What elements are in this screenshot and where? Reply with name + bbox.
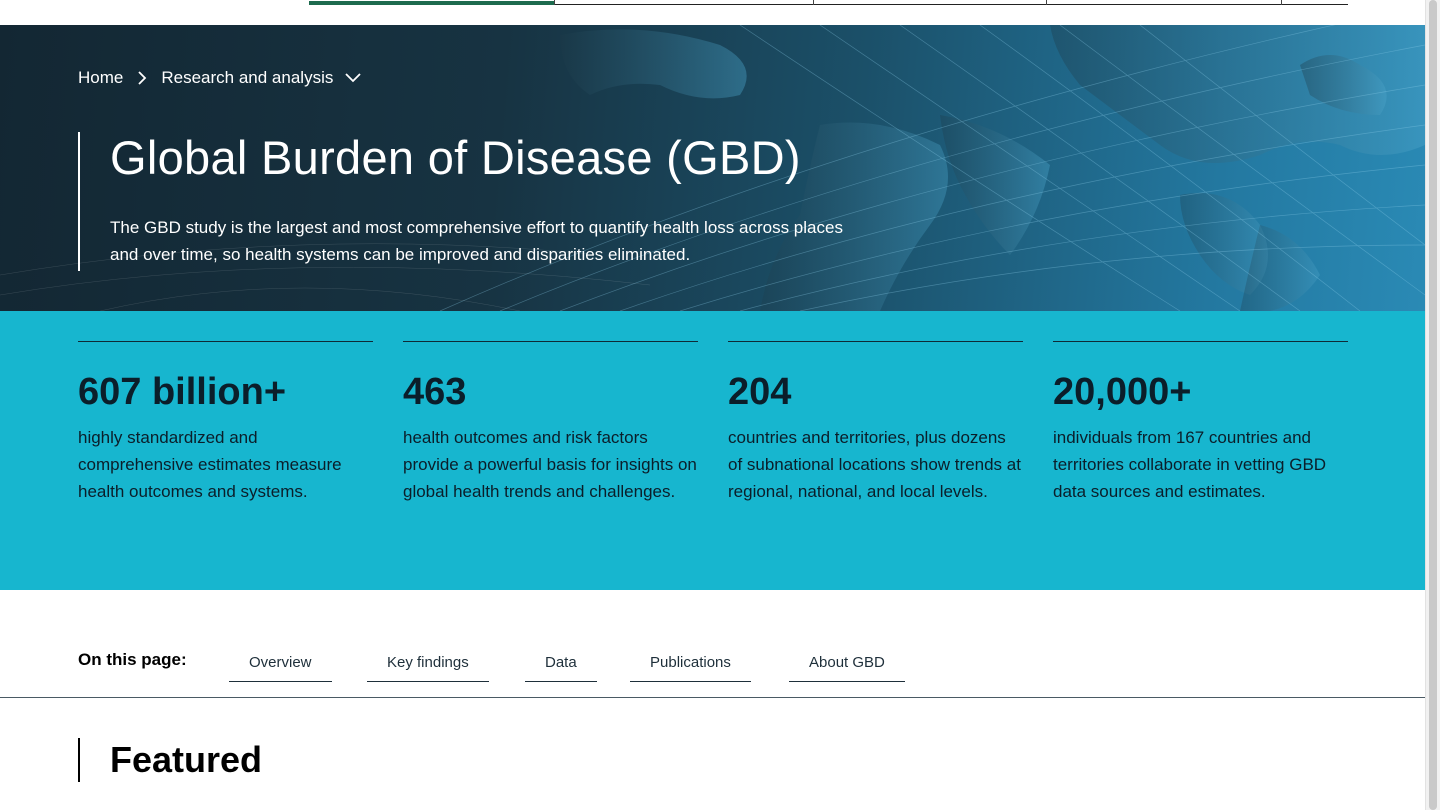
breadcrumb-current[interactable]: Research and analysis	[161, 68, 333, 88]
breadcrumb-home[interactable]: Home	[78, 68, 123, 88]
onpage-link-data[interactable]: Data	[525, 648, 597, 682]
nav-divider	[554, 0, 555, 5]
nav-tab[interactable]	[1047, 0, 1281, 5]
stat-card: 20,000+ individuals from 167 countries a…	[1053, 341, 1348, 505]
stat-text: individuals from 167 countries and terri…	[1053, 428, 1327, 501]
nav-divider	[1281, 0, 1282, 5]
hero-description: The GBD study is the largest and most co…	[110, 218, 843, 264]
chevron-right-icon	[138, 71, 147, 85]
breadcrumb: Home Research and analysis	[78, 68, 361, 88]
on-this-page-label: On this page:	[78, 650, 187, 669]
stat-text: countries and territories, plus dozens o…	[728, 428, 1021, 501]
stat-value: 607 billion+	[78, 371, 287, 413]
stat-text: health outcomes and risk factors provide…	[403, 428, 697, 501]
chevron-down-icon[interactable]	[345, 73, 361, 83]
featured-heading: Featured	[110, 739, 263, 780]
onpage-link-key-findings[interactable]: Key findings	[367, 648, 489, 682]
scrollbar-thumb[interactable]	[1429, 0, 1437, 810]
stat-card: 463 health outcomes and risk factors pro…	[403, 341, 698, 505]
on-this-page-nav: On this page: Overview Key findings Data…	[78, 640, 1440, 700]
hero-text-block: Global Burden of Disease (GBD) The GBD s…	[78, 132, 850, 271]
nav-divider	[813, 0, 814, 5]
nav-tab[interactable]	[1282, 0, 1348, 5]
top-navigation	[0, 0, 1425, 25]
stat-value: 463	[403, 371, 467, 413]
stat-text: highly standardized and comprehensive es…	[78, 428, 342, 501]
stat-value: 20,000+	[1053, 371, 1192, 413]
stat-card: 204 countries and territories, plus doze…	[728, 341, 1023, 505]
page-title: Global Burden of Disease (GBD)	[110, 131, 801, 184]
stat-value: 204	[728, 371, 792, 413]
section-divider	[0, 697, 1425, 698]
onpage-link-publications[interactable]: Publications	[630, 648, 751, 682]
stat-card: 607 billion+ highly standardized and com…	[78, 341, 373, 505]
onpage-link-about-gbd[interactable]: About GBD	[789, 648, 905, 682]
stats-band: 607 billion+ highly standardized and com…	[0, 311, 1425, 590]
nav-tab-active[interactable]	[309, 0, 554, 5]
scrollbar[interactable]	[1425, 0, 1440, 810]
featured-section: Featured	[78, 738, 262, 782]
nav-tab[interactable]	[814, 0, 1046, 5]
nav-divider	[1046, 0, 1047, 5]
onpage-link-overview[interactable]: Overview	[229, 648, 332, 682]
hero-banner: Home Research and analysis Global Burden…	[0, 25, 1425, 311]
nav-tab[interactable]	[555, 0, 813, 5]
